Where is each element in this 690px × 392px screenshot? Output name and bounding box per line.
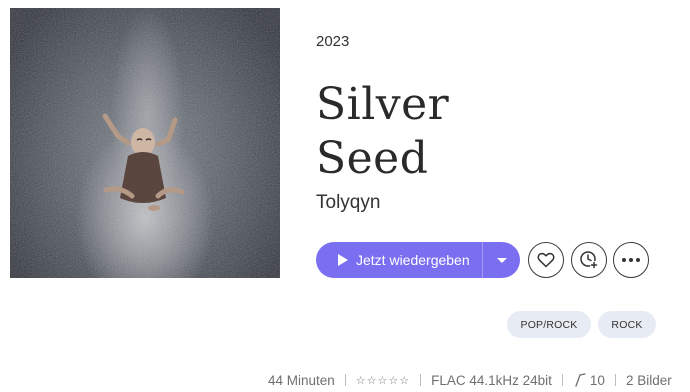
artist-link[interactable]: Tolyqyn [316, 192, 380, 214]
meta-divider [561, 374, 563, 386]
album-meta-row: 44 Minuten ☆☆☆☆☆ FLAC 44.1kHz 24bit 10 2… [268, 371, 672, 389]
more-horizontal-icon [622, 258, 640, 262]
album-cover[interactable] [10, 8, 280, 278]
album-year: 2023 [316, 33, 350, 50]
album-title-line-1: Silver [316, 79, 450, 130]
audio-format: FLAC 44.1kHz 24bit [431, 372, 552, 388]
play-now-button[interactable]: Jetzt wiedergeben [316, 242, 483, 278]
meta-divider [614, 374, 616, 386]
chevron-down-icon [496, 257, 507, 263]
genre-tag-rock[interactable]: ROCK [598, 311, 656, 338]
track-count-value: 10 [589, 372, 605, 388]
play-now-label: Jetzt wiedergeben [356, 252, 470, 268]
music-note-icon [575, 373, 586, 387]
clock-plus-icon [580, 251, 598, 269]
rating-stars[interactable]: ☆☆☆☆☆ [356, 374, 410, 387]
album-duration: 44 Minuten [268, 372, 335, 388]
genre-tag-pop-rock[interactable]: POP/ROCK [507, 311, 591, 338]
album-title-line-2: Seed [316, 133, 429, 184]
add-to-queue-button[interactable] [571, 242, 607, 278]
play-split-button: Jetzt wiedergeben [316, 242, 520, 278]
play-icon [338, 254, 348, 266]
favorite-button[interactable] [528, 242, 564, 278]
cover-artwork [10, 8, 280, 278]
album-title: Silver Seed [316, 78, 616, 186]
image-count[interactable]: 2 Bilder [626, 373, 672, 388]
track-count: 10 [573, 373, 605, 388]
more-options-button[interactable] [613, 242, 649, 278]
heart-icon [537, 252, 555, 268]
meta-divider [344, 374, 346, 386]
play-options-dropdown[interactable] [483, 242, 520, 278]
meta-divider [420, 374, 422, 386]
